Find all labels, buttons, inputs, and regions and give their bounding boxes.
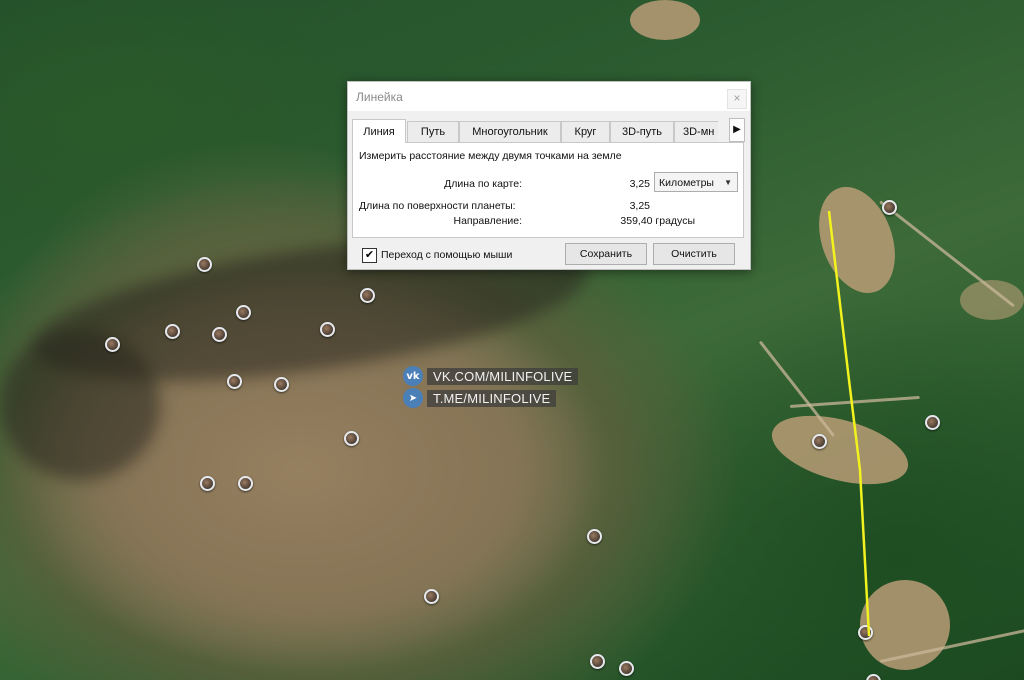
- clear-button[interactable]: Очистить: [653, 243, 735, 265]
- map-length-label: Длина по карте:: [444, 178, 522, 190]
- watermark: vk VK.COM/MILINFOLIVE ➤ T.ME/MILINFOLIVE: [403, 365, 579, 409]
- surface-length-label: Длина по поверхности планеты:: [359, 200, 516, 212]
- watermark-vk-text: VK.COM/MILINFOLIVE: [427, 367, 579, 385]
- description-text: Измерить расстояние между двумя точками …: [359, 150, 622, 162]
- tab-circle[interactable]: Круг: [561, 121, 610, 142]
- tab-polygon[interactable]: Многоугольник: [459, 121, 561, 142]
- tab-3d-polygon[interactable]: 3D-мн: [674, 121, 718, 142]
- tab-line[interactable]: Линия: [352, 119, 406, 143]
- ruler-tabs: Линия Путь Многоугольник Круг 3D-путь 3D…: [352, 119, 718, 143]
- dialog-title: Линейка: [356, 90, 403, 104]
- mouse-navigation-checkbox[interactable]: ✔: [362, 248, 377, 263]
- dialog-titlebar[interactable]: Линейка ×: [348, 82, 750, 111]
- telegram-icon: ➤: [403, 388, 423, 408]
- triangle-right-icon: ▶: [733, 124, 741, 135]
- chevron-down-icon: ▼: [724, 178, 732, 187]
- unit-select[interactable]: Километры ▼: [654, 172, 738, 192]
- surface-length-value: 3,25: [629, 200, 650, 212]
- checkmark-icon: ✔: [364, 249, 375, 261]
- measure-path: [827, 210, 871, 637]
- close-button[interactable]: ×: [727, 89, 747, 109]
- unit-select-value: Километры: [659, 177, 714, 189]
- direction-label: Направление:: [453, 215, 522, 227]
- save-button[interactable]: Сохранить: [565, 243, 647, 265]
- tab-path[interactable]: Путь: [407, 121, 459, 142]
- ruler-dialog: Линейка × Линия Путь Многоугольник Круг …: [347, 81, 751, 270]
- mouse-navigation-label: Переход с помощью мыши: [381, 249, 513, 261]
- tab-scroll-right-button[interactable]: ▶: [729, 118, 745, 142]
- watermark-tg-text: T.ME/MILINFOLIVE: [427, 389, 557, 407]
- line-tab-panel: Измерить расстояние между двумя точками …: [352, 142, 744, 238]
- map-length-value: 3,25: [629, 178, 650, 190]
- direction-value: 359,40 градусы: [620, 215, 695, 227]
- tab-3d-path[interactable]: 3D-путь: [610, 121, 674, 142]
- vk-icon: vk: [403, 366, 423, 386]
